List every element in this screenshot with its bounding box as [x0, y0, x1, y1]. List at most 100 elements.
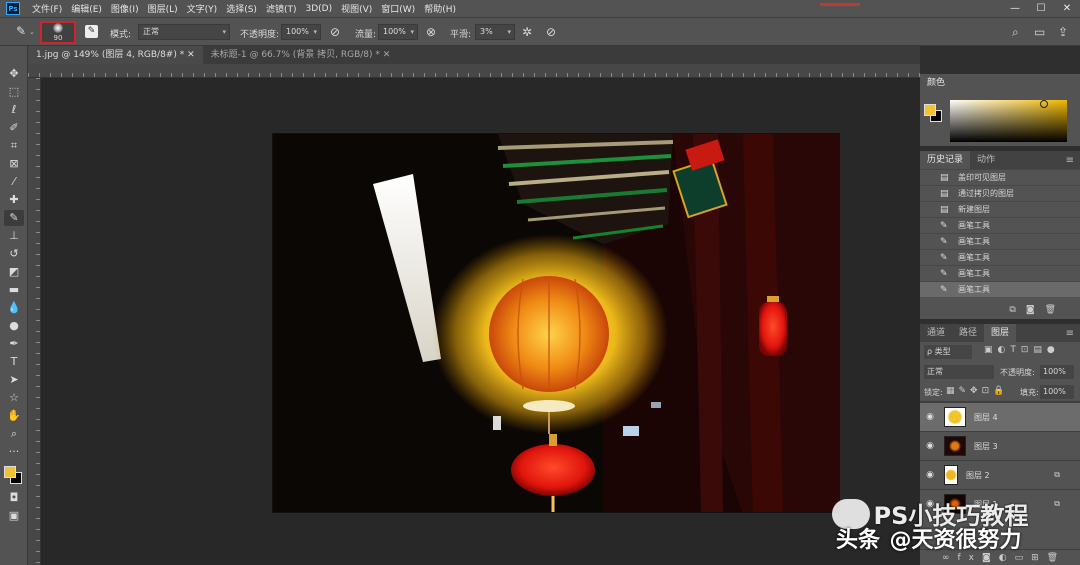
dodge-tool-icon[interactable]: ●	[4, 318, 24, 334]
maximize-button[interactable]: ☐	[1028, 0, 1054, 17]
flow-input[interactable]: 100% ▾	[378, 24, 418, 40]
lock-icons[interactable]: ▦✎✥⊡🔒	[946, 386, 1008, 396]
layer-thumbnail	[944, 436, 966, 456]
blend-mode-select[interactable]: 正常	[924, 365, 994, 379]
smoothing-input[interactable]: 3% ▾	[475, 24, 515, 40]
frame-tool-icon[interactable]: ⊠	[4, 156, 24, 172]
panel-menu-icon[interactable]: ≡	[1066, 328, 1074, 339]
layer-row[interactable]: ◉ 图层 3	[920, 431, 1080, 460]
menu-file[interactable]: 文件(F)	[32, 2, 62, 15]
history-item[interactable]: ▤ 盖印可见图层	[920, 169, 1080, 185]
menu-edit[interactable]: 编辑(E)	[71, 2, 102, 15]
color-picker-field[interactable]	[950, 100, 1067, 142]
menu-layer[interactable]: 图层(L)	[148, 2, 178, 15]
screen-mode-icon[interactable]: ▣	[4, 508, 24, 524]
mode-select[interactable]: 正常 ▾	[138, 24, 230, 40]
close-button[interactable]: ✕	[1054, 0, 1080, 17]
tools-panel: ✥ ⬚ ℓ ✐ ⌗ ⊠ ⁄ ✚ ✎ ⊥ ↺ ◩ ▬ 💧 ● ✒ T ➤ ☆ ✋ …	[0, 46, 28, 565]
pen-tool-icon[interactable]: ✒	[4, 336, 24, 352]
layer-filter-icons[interactable]: ▣◐T⊡▤●	[984, 345, 1060, 355]
quick-mask-icon[interactable]: ◘	[4, 490, 24, 506]
share-icon[interactable]: ⇪	[1058, 25, 1068, 39]
type-tool-icon[interactable]: T	[4, 354, 24, 370]
brush-icon: ✎	[940, 252, 948, 263]
history-footer-icons[interactable]: ⧉◙🗑	[1009, 305, 1066, 315]
more-tools-icon[interactable]: ···	[4, 444, 24, 460]
brush-tool-icon[interactable]: ✎	[4, 210, 24, 226]
history-item[interactable]: ✎ 画笔工具	[920, 233, 1080, 249]
history-item[interactable]: ✎ 画笔工具	[920, 265, 1080, 281]
shape-tool-icon[interactable]: ☆	[4, 390, 24, 406]
airbrush-icon[interactable]: ⊗	[426, 25, 436, 39]
eye-icon[interactable]: ◉	[920, 412, 940, 422]
tab-history[interactable]: 历史记录	[920, 151, 971, 169]
brush-preset-picker[interactable]: 90	[40, 21, 76, 44]
pressure-size-icon[interactable]: ⊘	[546, 25, 556, 39]
quick-select-tool-icon[interactable]: ✐	[4, 120, 24, 136]
watermark-prefix: 头条	[836, 528, 881, 553]
layer-row[interactable]: ◉ 图层 4	[920, 402, 1080, 431]
stamp-tool-icon[interactable]: ⊥	[4, 228, 24, 244]
pressure-opacity-icon[interactable]: ⊘	[330, 25, 340, 39]
opacity-input[interactable]: 100% ▾	[281, 24, 321, 40]
right-panels: 颜色 历史记录 动作 ≡ ▤ 盖印可见图层 ▤ 通过拷贝的图层 ▤ 新建图层 ✎ 画笔工…	[920, 46, 1080, 565]
tab-document-1[interactable]: 1.jpg @ 149% (图层 4, RGB/8#) * ✕	[28, 46, 203, 64]
healing-tool-icon[interactable]: ✚	[4, 192, 24, 208]
color-picker-cursor[interactable]	[1040, 100, 1048, 108]
hand-tool-icon[interactable]: ✋	[4, 408, 24, 424]
eraser-tool-icon[interactable]: ◩	[4, 264, 24, 280]
menu-view[interactable]: 视图(V)	[341, 2, 372, 15]
path-select-tool-icon[interactable]: ➤	[4, 372, 24, 388]
color-foreground-swatch[interactable]	[924, 104, 936, 116]
marquee-tool-icon[interactable]: ⬚	[4, 84, 24, 100]
panel-menu-icon[interactable]: ≡	[1066, 155, 1074, 166]
tab-document-2[interactable]: 未标题-1 @ 66.7% (背景 拷贝, RGB/8) * ✕	[203, 46, 399, 64]
brush-settings-icon[interactable]: ✎	[85, 25, 98, 38]
document-canvas[interactable]	[272, 133, 840, 513]
menu-image[interactable]: 图像(I)	[111, 2, 139, 15]
workspace-icon[interactable]: ▭	[1034, 25, 1045, 39]
crop-tool-icon[interactable]: ⌗	[4, 138, 24, 154]
menu-help[interactable]: 帮助(H)	[424, 2, 456, 15]
history-item-current[interactable]: ✎ 画笔工具	[920, 281, 1080, 297]
history-item[interactable]: ▤ 新建图层	[920, 201, 1080, 217]
brush-tool-icon[interactable]: ✎	[16, 24, 26, 38]
canvas-area[interactable]	[41, 78, 920, 565]
mode-value: 正常	[143, 27, 159, 36]
chevron-down-icon[interactable]: ⌄	[29, 28, 35, 36]
zoom-tool-icon[interactable]: ⌕	[4, 426, 24, 442]
smart-object-icon: ⧉	[1054, 499, 1060, 508]
layer-filter-select[interactable]: ρ 类型	[924, 345, 972, 359]
menu-filter[interactable]: 滤镜(T)	[266, 2, 297, 15]
search-icon[interactable]: ⌕	[1012, 25, 1019, 40]
lock-row: 锁定: ▦✎✥⊡🔒 填充: 100%	[920, 382, 1080, 402]
foreground-color-swatch[interactable]	[4, 466, 16, 478]
layer-row[interactable]: ◉ 图层 2 ⧉	[920, 460, 1080, 489]
minimize-button[interactable]: —	[1002, 0, 1028, 17]
tab-channels[interactable]: 通道	[920, 324, 952, 342]
blur-tool-icon[interactable]: 💧	[4, 300, 24, 316]
lasso-tool-icon[interactable]: ℓ	[4, 102, 24, 118]
menu-window[interactable]: 窗口(W)	[381, 2, 415, 15]
menu-3d[interactable]: 3D(D)	[305, 4, 332, 14]
brush-icon: ✎	[940, 284, 948, 295]
history-brush-tool-icon[interactable]: ↺	[4, 246, 24, 262]
move-tool-icon[interactable]: ✥	[4, 66, 24, 82]
history-item[interactable]: ▤ 通过拷贝的图层	[920, 185, 1080, 201]
tab-paths[interactable]: 路径	[952, 324, 984, 342]
history-item[interactable]: ✎ 画笔工具	[920, 249, 1080, 265]
menu-bar: Ps 文件(F) 编辑(E) 图像(I) 图层(L) 文字(Y) 选择(S) 滤…	[0, 0, 1080, 17]
layer-opacity-input[interactable]: 100%	[1040, 365, 1074, 379]
eye-icon[interactable]: ◉	[920, 441, 940, 451]
tab-actions[interactable]: 动作	[970, 151, 1002, 169]
gradient-tool-icon[interactable]: ▬	[4, 282, 24, 298]
menu-select[interactable]: 选择(S)	[226, 2, 257, 15]
fill-input[interactable]: 100%	[1040, 385, 1074, 399]
tab-layers[interactable]: 图层	[984, 324, 1017, 342]
history-item[interactable]: ✎ 画笔工具	[920, 217, 1080, 233]
gear-icon[interactable]: ✲	[522, 25, 532, 39]
eyedropper-tool-icon[interactable]: ⁄	[4, 174, 24, 190]
brush-tip-icon	[53, 23, 63, 33]
eye-icon[interactable]: ◉	[920, 470, 940, 480]
menu-type[interactable]: 文字(Y)	[187, 2, 218, 15]
